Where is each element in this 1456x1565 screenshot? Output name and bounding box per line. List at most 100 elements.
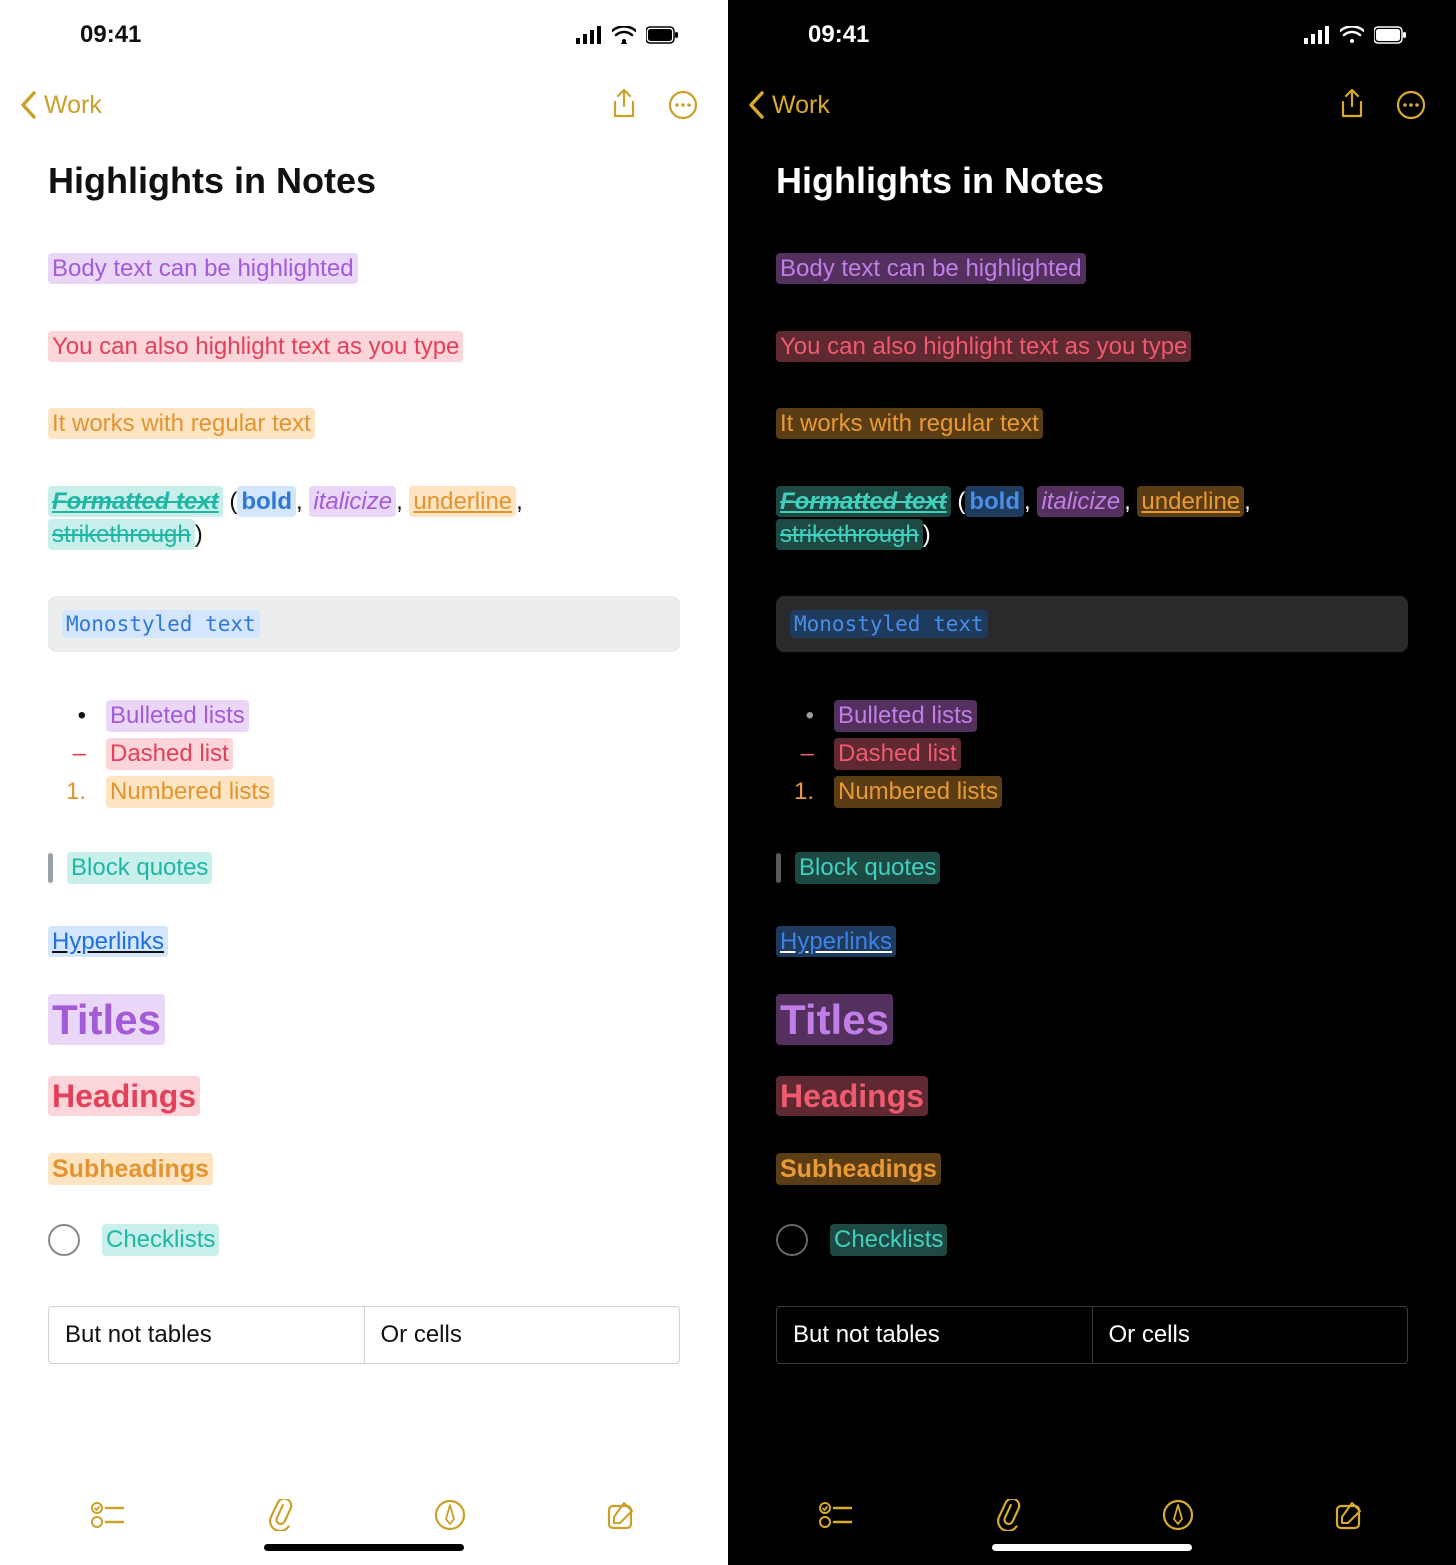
battery-icon [646, 26, 680, 44]
body-highlight-pink: You can also highlight text as you type [776, 331, 1191, 362]
fmt-lead: Formatted text [48, 486, 223, 517]
paperclip-icon [992, 1499, 1022, 1531]
subheading-style: Subheadings [48, 1153, 213, 1185]
checklist-icon [90, 1501, 124, 1529]
bottom-toolbar [0, 1475, 728, 1565]
number-item: 1.Numbered lists [52, 776, 680, 808]
bullet-item: •Bulleted lists [780, 700, 1408, 732]
body-highlight-orange: It works with regular text [48, 408, 315, 439]
compose-button[interactable] [606, 1499, 638, 1531]
pen-circle-icon [1162, 1499, 1194, 1531]
table-cell-1[interactable]: But not tables [777, 1307, 1092, 1363]
note-content[interactable]: Highlights in Notes Body text can be hig… [0, 140, 728, 1475]
checklist-row: Checklists [776, 1224, 1408, 1256]
more-button[interactable] [668, 90, 698, 120]
chevron-left-icon [20, 91, 38, 119]
heading-style: Headings [48, 1076, 200, 1116]
heading-style: Headings [776, 1076, 928, 1116]
mono-block: Monostyled text [48, 596, 680, 652]
phone-light: 09:41 Work Highlights in Notes Body text… [0, 0, 728, 1565]
status-bar: 09:41 [0, 0, 728, 70]
markup-button[interactable] [434, 1499, 466, 1531]
table: But not tables Or cells [48, 1306, 680, 1364]
table-cell-1[interactable]: But not tables [49, 1307, 364, 1363]
share-icon [610, 88, 638, 122]
share-button[interactable] [610, 88, 638, 122]
dash-item: –Dashed list [780, 738, 1408, 770]
chevron-left-icon [748, 91, 766, 119]
phone-dark: 09:41 Work Highlights in Notes Body text… [728, 0, 1456, 1565]
checklist-icon [818, 1501, 852, 1529]
status-icons [1304, 26, 1408, 44]
note-content[interactable]: Highlights in Notes Body text can be hig… [728, 140, 1456, 1475]
fmt-strike: strikethrough [48, 519, 195, 550]
fmt-italic: italicize [309, 486, 396, 517]
bottom-toolbar [728, 1475, 1456, 1565]
mono-text: Monostyled text [62, 610, 260, 638]
home-indicator[interactable] [264, 1544, 464, 1551]
ellipsis-circle-icon [668, 90, 698, 120]
share-icon [1338, 88, 1366, 122]
fmt-bold: bold [237, 486, 296, 517]
status-time: 09:41 [808, 21, 869, 49]
checklist-button[interactable] [818, 1501, 852, 1529]
attach-button[interactable] [264, 1499, 294, 1531]
subheading-style: Subheadings [776, 1153, 941, 1185]
checklist-toggle[interactable] [48, 1224, 80, 1256]
back-label: Work [44, 91, 102, 120]
fmt-strike: strikethrough [776, 519, 923, 550]
back-button[interactable]: Work [20, 91, 102, 120]
compose-icon [1334, 1499, 1366, 1531]
fmt-underline: underline [1137, 486, 1244, 517]
note-title: Highlights in Notes [776, 160, 1408, 202]
hyperlink[interactable]: Hyperlinks [48, 928, 680, 956]
blockquote: Block quotes [48, 852, 680, 884]
formatted-line: Formatted text (bold, italicize, underli… [48, 485, 680, 552]
nav-bar: Work [0, 70, 728, 140]
status-time: 09:41 [80, 21, 141, 49]
bullet-item: •Bulleted lists [52, 700, 680, 732]
back-label: Work [772, 91, 830, 120]
blockquote-bar [48, 853, 53, 883]
cellular-icon [576, 26, 602, 44]
wifi-icon [612, 26, 636, 44]
status-bar: 09:41 [728, 0, 1456, 70]
checklist-button[interactable] [90, 1501, 124, 1529]
status-icons [576, 26, 680, 44]
body-highlight-purple: Body text can be highlighted [776, 253, 1086, 284]
markup-button[interactable] [1162, 1499, 1194, 1531]
paperclip-icon [264, 1499, 294, 1531]
more-button[interactable] [1396, 90, 1426, 120]
mono-text: Monostyled text [790, 610, 988, 638]
fmt-underline: underline [409, 486, 516, 517]
home-indicator[interactable] [992, 1544, 1192, 1551]
fmt-lead: Formatted text [776, 486, 951, 517]
table: But not tables Or cells [776, 1306, 1408, 1364]
table-cell-2[interactable]: Or cells [364, 1307, 680, 1363]
fmt-bold: bold [965, 486, 1024, 517]
share-button[interactable] [1338, 88, 1366, 122]
checklist-toggle[interactable] [776, 1224, 808, 1256]
formatted-line: Formatted text (bold, italicize, underli… [776, 485, 1408, 552]
body-highlight-orange: It works with regular text [776, 408, 1043, 439]
title-style: Titles [48, 994, 165, 1045]
battery-icon [1374, 26, 1408, 44]
title-style: Titles [776, 994, 893, 1045]
back-button[interactable]: Work [748, 91, 830, 120]
compose-icon [606, 1499, 638, 1531]
pen-circle-icon [434, 1499, 466, 1531]
blockquote-bar [776, 853, 781, 883]
table-cell-2[interactable]: Or cells [1092, 1307, 1408, 1363]
nav-bar: Work [728, 70, 1456, 140]
compose-button[interactable] [1334, 1499, 1366, 1531]
number-item: 1.Numbered lists [780, 776, 1408, 808]
cellular-icon [1304, 26, 1330, 44]
checklist-row: Checklists [48, 1224, 680, 1256]
ellipsis-circle-icon [1396, 90, 1426, 120]
hyperlink[interactable]: Hyperlinks [776, 928, 1408, 956]
attach-button[interactable] [992, 1499, 1022, 1531]
lists: •Bulleted lists –Dashed list 1.Numbered … [52, 700, 680, 808]
body-highlight-pink: You can also highlight text as you type [48, 331, 463, 362]
fmt-italic: italicize [1037, 486, 1124, 517]
body-highlight-purple: Body text can be highlighted [48, 253, 358, 284]
